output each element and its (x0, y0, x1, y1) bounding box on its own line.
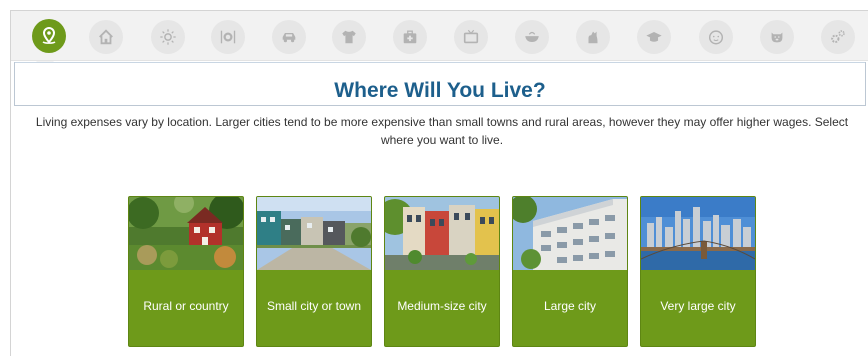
option-label: Large city (543, 299, 597, 313)
medical-kit-icon[interactable] (393, 20, 427, 54)
location-pin-icon[interactable] (32, 19, 66, 53)
shirt-icon[interactable] (332, 20, 366, 54)
settings-gears-icon[interactable] (821, 20, 855, 54)
graduation-cap-icon[interactable] (637, 20, 671, 54)
option-card-medium-city[interactable]: Medium-size city (384, 196, 500, 347)
option-card-very-large-city[interactable]: Very large city (640, 196, 756, 347)
tv-icon[interactable] (454, 20, 488, 54)
red-farmhouse-photo (129, 197, 243, 270)
house-icon[interactable] (89, 20, 123, 54)
option-label: Very large city (660, 299, 736, 313)
apartment-block-photo (513, 197, 627, 270)
car-icon[interactable] (272, 20, 306, 54)
dining-icon[interactable] (211, 20, 245, 54)
sun-icon[interactable] (151, 20, 185, 54)
colorful-rowhouses-photo (385, 197, 499, 270)
pet-icon[interactable] (576, 20, 610, 54)
intro-text: Living expenses vary by location. Larger… (35, 115, 849, 147)
category-icon-bar (11, 11, 868, 61)
option-label: Small city or town (266, 299, 362, 313)
piggy-bank-icon[interactable] (760, 20, 794, 54)
page-title: Where Will You Live? (334, 79, 546, 102)
option-label: Rural or country (143, 299, 229, 313)
skyline-bridge-photo (641, 197, 755, 270)
option-card-rural[interactable]: Rural or country (128, 196, 244, 347)
option-card-large-city[interactable]: Large city (512, 196, 628, 347)
modern-townhouses-photo (257, 197, 371, 270)
baby-face-icon[interactable] (699, 20, 733, 54)
option-label: Medium-size city (397, 299, 487, 313)
title-banner: Where Will You Live? (14, 62, 866, 106)
bowl-icon[interactable] (515, 20, 549, 54)
option-card-small-city[interactable]: Small city or town (256, 196, 372, 347)
